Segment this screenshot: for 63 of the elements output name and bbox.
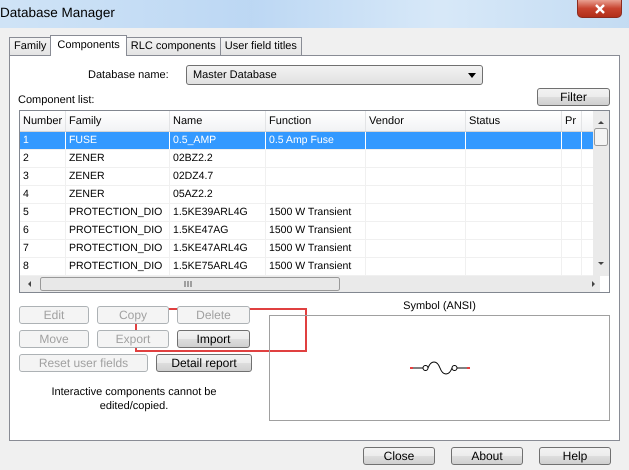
- table-cell: 6: [23, 224, 29, 236]
- info-message: Interactive components cannot be edited/copied.: [50, 385, 218, 413]
- table-cell: ZENER: [69, 188, 105, 200]
- table-row[interactable]: 5 PROTECTION_DIO 1.5KE39ARL4G 1500 W Transient: [20, 204, 593, 222]
- dialog-button[interactable]: Help: [539, 447, 611, 465]
- dropdown-value: Master Database: [193, 69, 277, 81]
- column-header[interactable]: Function: [266, 111, 366, 131]
- table-cell: PROTECTION_DIO: [69, 224, 162, 236]
- table-row[interactable]: 3 ZENER 02DZ4.7: [20, 168, 593, 186]
- table-cell: PROTECTION_DIO: [69, 260, 162, 272]
- table-cell: 1.5KE39ARL4G: [173, 206, 248, 218]
- table-cell: 2: [23, 152, 29, 164]
- table-cell: 02BZ2.2: [173, 152, 213, 164]
- component-list-label: Component list:: [18, 94, 94, 106]
- column-header[interactable]: Pr: [562, 111, 582, 131]
- table-cell: ZENER: [69, 170, 105, 182]
- table-cell: ZENER: [69, 152, 105, 164]
- action-button[interactable]: Detail report: [156, 354, 252, 372]
- tab[interactable]: RLC components: [126, 37, 221, 55]
- table-cell: 1: [23, 134, 29, 146]
- table-cell: 1.5KE47AG: [173, 224, 228, 236]
- table-cell: 7: [23, 242, 29, 254]
- database-name-label: Database name:: [88, 69, 170, 81]
- table-cell: 4: [23, 188, 29, 200]
- table-cell: 3: [23, 170, 29, 182]
- table-cell: FUSE: [69, 134, 98, 146]
- dialog-button[interactable]: Close: [363, 447, 435, 465]
- table-cell: 1500 W Transient: [269, 242, 352, 254]
- column-header[interactable]: Name: [170, 111, 266, 131]
- column-header[interactable]: Family: [66, 111, 170, 131]
- table-row[interactable]: 4 ZENER 05AZ2.2: [20, 186, 593, 204]
- fuse-symbol-icon: [410, 361, 470, 375]
- symbol-title: Symbol (ANSI): [402, 300, 477, 314]
- table-row[interactable]: 2 ZENER 02BZ2.2: [20, 150, 593, 168]
- window-title: Database Manager: [0, 4, 115, 20]
- close-icon: [594, 4, 606, 14]
- table-cell: 0.5 Amp Fuse: [269, 134, 334, 146]
- tab[interactable]: Components: [50, 35, 127, 56]
- dialog-button[interactable]: About: [451, 447, 523, 465]
- table-cell: 1500 W Transient: [269, 206, 352, 218]
- table-cell: 0.5_AMP: [173, 134, 216, 146]
- table-row[interactable]: 6 PROTECTION_DIO 1.5KE47AG 1500 W Transient: [20, 222, 593, 240]
- column-header[interactable]: Vendor: [366, 111, 466, 131]
- filter-button[interactable]: Filter: [537, 88, 610, 106]
- table-cell: 5: [23, 206, 29, 218]
- table-cell: 05AZ2.2: [173, 188, 213, 200]
- table-cell: 1.5KE47ARL4G: [173, 242, 248, 254]
- tab[interactable]: User field titles: [220, 37, 302, 55]
- database-dropdown[interactable]: Master Database: [186, 65, 483, 85]
- tab[interactable]: Family: [9, 37, 52, 55]
- table-row[interactable]: 7 PROTECTION_DIO 1.5KE47ARL4G 1500 W Transient: [20, 240, 593, 258]
- dropdown-arrow-icon: [468, 72, 476, 78]
- table-cell: PROTECTION_DIO: [69, 206, 162, 218]
- table-cell: 8: [23, 260, 29, 272]
- table-cell: 02DZ4.7: [173, 170, 214, 182]
- column-header[interactable]: Number: [20, 111, 66, 131]
- close-button[interactable]: [577, 0, 622, 18]
- column-header[interactable]: Status: [466, 111, 562, 131]
- table-cell: 1500 W Transient: [269, 260, 352, 272]
- table-cell: PROTECTION_DIO: [69, 242, 162, 254]
- action-button[interactable]: Import: [177, 330, 250, 348]
- table-cell: 1500 W Transient: [269, 224, 352, 236]
- table-cell: 1.5KE75ARL4G: [173, 260, 248, 272]
